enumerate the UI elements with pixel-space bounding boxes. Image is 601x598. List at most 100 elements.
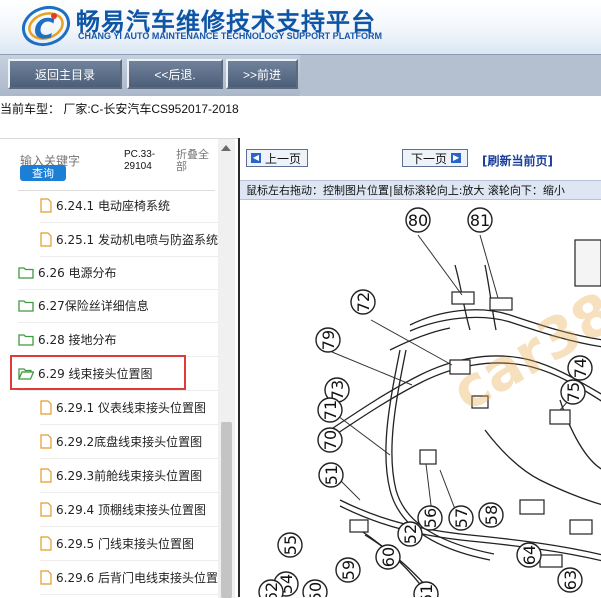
callout-52: 52 bbox=[397, 521, 423, 547]
scroll-thumb[interactable] bbox=[221, 422, 232, 598]
svg-text:80: 80 bbox=[408, 211, 428, 230]
callout-79: 79 bbox=[315, 327, 341, 353]
tree-item-6-29-1[interactable]: 6.29.1 仪表线束接头位置图 bbox=[40, 391, 218, 425]
svg-text:60: 60 bbox=[379, 547, 398, 567]
tree-item-label: 6.24.1 电动座椅系统 bbox=[56, 199, 170, 213]
svg-text:64: 64 bbox=[520, 545, 539, 565]
page-controls: ◀ 上一页 下一页 ▶ [刷新当前页] bbox=[240, 144, 601, 178]
pc-code-label: PC.33-29104 bbox=[124, 149, 156, 172]
tree-item-6-29-3[interactable]: 6.29.3前舱线束接头位置图 bbox=[40, 459, 218, 493]
catalog-tree-panel: 查询 PC.33-29104 折叠全部 6.24.1 电动座椅系统 6.25.1… bbox=[0, 138, 238, 598]
navigation-toolbar: 返回主目录 <<后退. >>前进 bbox=[0, 54, 601, 97]
callout-51: 51 bbox=[318, 462, 344, 488]
document-icon bbox=[40, 536, 52, 551]
tree-item-6-29-6[interactable]: 6.29.6 后背门电线束接头位置图 bbox=[40, 561, 218, 595]
mouse-hint-text: 鼠标左右拖动：控制图片位置|鼠标滚轮向上:放大 滚轮向下：缩小 bbox=[246, 184, 565, 197]
callout-57: 57 bbox=[448, 505, 474, 531]
tree-item-6-25-1[interactable]: 6.25.1 发动机电喷与防盗系统 bbox=[40, 223, 218, 257]
callout-55: 55 bbox=[277, 532, 303, 558]
callout-71: 71 bbox=[317, 397, 343, 423]
back-button[interactable]: <<后退. bbox=[127, 59, 223, 89]
svg-text:71: 71 bbox=[321, 400, 340, 420]
selection-highlight bbox=[10, 355, 186, 390]
tree-item-label: 6.26 电源分布 bbox=[38, 266, 117, 280]
callout-labels: 80 81727973747570715156 57 5852555460596463… bbox=[258, 207, 593, 597]
svg-text:70: 70 bbox=[321, 430, 340, 450]
callout-61: 61 bbox=[413, 581, 439, 597]
callout-60: 60 bbox=[375, 544, 401, 570]
svg-text:57: 57 bbox=[452, 508, 471, 528]
tree-item-label: 6.25.1 发动机电喷与防盗系统 bbox=[56, 233, 218, 247]
svg-text:61: 61 bbox=[417, 584, 436, 597]
app-header: C 畅易汽车维修技术支持平台 CHANG YI AUTO MAINTENANCE… bbox=[0, 0, 601, 54]
svg-text:56: 56 bbox=[421, 508, 440, 528]
home-button[interactable]: 返回主目录 bbox=[8, 59, 122, 89]
diagram-viewer: ◀ 上一页 下一页 ▶ [刷新当前页] 鼠标左右拖动：控制图片位置|鼠标滚轮向上… bbox=[238, 138, 601, 597]
document-icon bbox=[40, 570, 52, 585]
changyi-logo-icon: C bbox=[21, 5, 71, 47]
callout-70: 70 bbox=[317, 427, 343, 453]
tree-item-6-27[interactable]: 6.27保险丝详细信息 bbox=[18, 289, 218, 323]
tree-item-label: 6.29.2底盘线束接头位置图 bbox=[56, 435, 203, 449]
callout-75: 75 bbox=[560, 379, 586, 405]
folder-icon bbox=[18, 334, 34, 346]
search-button[interactable]: 查询 bbox=[20, 165, 66, 181]
tree-item-label: 6.29.1 仪表线束接头位置图 bbox=[56, 401, 206, 415]
tree-scrollbar[interactable] bbox=[218, 139, 235, 598]
folder-icon bbox=[18, 267, 34, 279]
right-arrow-icon: ▶ bbox=[451, 153, 462, 163]
svg-text:51: 51 bbox=[322, 465, 341, 485]
hint-bar: 鼠标左右拖动：控制图片位置|鼠标滚轮向上:放大 滚轮向下：缩小 bbox=[240, 180, 601, 200]
tree-item-6-29-5[interactable]: 6.29.5 门线束接头位置图 bbox=[40, 527, 218, 561]
tree-item-6-29-4[interactable]: 6.29.4 顶棚线束接头位置图 bbox=[40, 493, 218, 527]
callout-59: 59 bbox=[335, 557, 361, 583]
svg-text:75: 75 bbox=[564, 382, 583, 402]
document-icon bbox=[40, 232, 52, 247]
tree-item-label: 6.29.4 顶棚线束接头位置图 bbox=[56, 503, 206, 517]
svg-text:55: 55 bbox=[281, 535, 300, 555]
callout-58: 58 bbox=[478, 502, 504, 528]
svg-text:58: 58 bbox=[482, 505, 501, 525]
svg-text:52: 52 bbox=[401, 524, 420, 544]
next-page-label: 下一页 bbox=[411, 151, 448, 166]
prev-page-button[interactable]: ◀ 上一页 bbox=[246, 149, 308, 167]
callout-56: 56 bbox=[417, 505, 443, 531]
model-bar: 当前车型： 厂家:C-长安汽车CS952017-2018 bbox=[0, 96, 601, 138]
document-icon bbox=[40, 434, 52, 449]
tree-item-6-24-1[interactable]: 6.24.1 电动座椅系统 bbox=[40, 189, 218, 223]
callout-62: 62 bbox=[258, 579, 284, 597]
tree-item-6-28[interactable]: 6.28 接地分布 bbox=[18, 323, 218, 357]
svg-text:50: 50 bbox=[306, 582, 325, 597]
tree-item-label: 6.28 接地分布 bbox=[38, 333, 117, 347]
prev-page-label: 上一页 bbox=[265, 151, 302, 166]
forward-button[interactable]: >>前进 bbox=[226, 59, 298, 89]
app-subtitle: CHANG YI AUTO MAINTENANCE TECHNOLOGY SUP… bbox=[78, 31, 383, 41]
next-page-button[interactable]: 下一页 ▶ bbox=[402, 149, 468, 167]
connector-location-drawing: 80 81727973747570715156 57 5852555460596463… bbox=[258, 207, 601, 597]
svg-text:73: 73 bbox=[328, 380, 347, 400]
folder-icon bbox=[18, 300, 34, 312]
tree-item-6-26[interactable]: 6.26 电源分布 bbox=[18, 256, 218, 290]
tree-item-label: 6.29.5 门线束接头位置图 bbox=[56, 537, 194, 551]
tree-item-6-29-2[interactable]: 6.29.2底盘线束接头位置图 bbox=[40, 425, 218, 459]
collapse-all-button[interactable]: 折叠全部 bbox=[176, 149, 216, 173]
wiring-connector-diagram[interactable]: 80 81 72 79 73 74 75 70 71 51 56 57 58 52 55 54 60 59 64 63… bbox=[240, 200, 601, 597]
refresh-page-link[interactable]: [刷新当前页] bbox=[482, 152, 553, 169]
tree-item-label: 6.27保险丝详细信息 bbox=[38, 299, 149, 313]
toolbar-filler bbox=[300, 55, 601, 96]
svg-text:59: 59 bbox=[339, 560, 358, 580]
svg-text:81: 81 bbox=[470, 211, 490, 230]
svg-text:63: 63 bbox=[561, 570, 580, 590]
tree-item-label: 6.29.6 后背门电线束接头位置图 bbox=[56, 571, 218, 585]
svg-text:79: 79 bbox=[319, 330, 338, 350]
svg-text:72: 72 bbox=[354, 292, 373, 312]
callout-64: 64 bbox=[516, 542, 542, 568]
document-icon bbox=[40, 502, 52, 517]
tree-item-label: 6.29.3前舱线束接头位置图 bbox=[56, 469, 203, 483]
callout-63: 63 bbox=[557, 567, 583, 593]
current-model-label: 当前车型： 厂家:C-长安汽车CS952017-2018 bbox=[0, 102, 239, 116]
svg-text:62: 62 bbox=[262, 582, 281, 597]
callout-50: 50 bbox=[302, 579, 328, 597]
scroll-up-arrow-icon[interactable] bbox=[221, 145, 231, 151]
document-icon bbox=[40, 468, 52, 483]
